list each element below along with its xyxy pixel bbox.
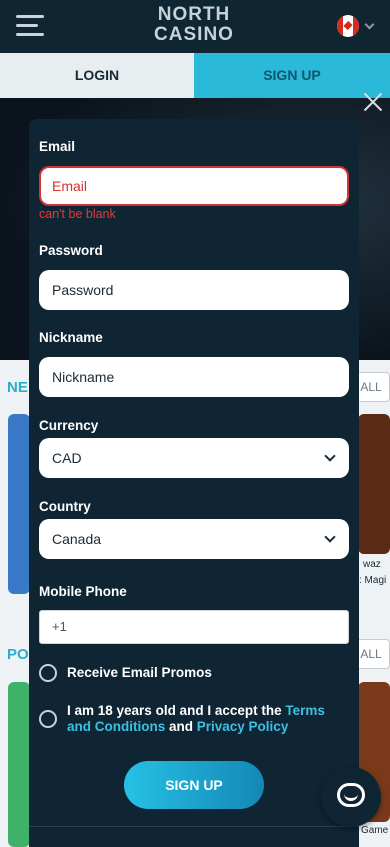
- chevron-down-icon: [324, 531, 336, 543]
- email-label: Email: [39, 139, 76, 154]
- mobile-phone-field[interactable]: +1: [39, 610, 349, 644]
- currency-select[interactable]: CAD: [39, 438, 349, 478]
- divider: [29, 826, 359, 827]
- logo-line-2: CASINO: [154, 24, 234, 45]
- game-card-caption: waz: [363, 559, 381, 570]
- signup-modal: Email Email can't be blank Password Pass…: [29, 119, 359, 847]
- game-card[interactable]: [8, 682, 30, 847]
- email-error: can't be blank: [39, 207, 116, 221]
- privacy-link[interactable]: Privacy Policy: [197, 719, 289, 734]
- terms-checkbox[interactable]: [39, 710, 57, 728]
- email-field[interactable]: Email: [39, 166, 349, 206]
- game-card[interactable]: [358, 414, 390, 554]
- popular-games-title: PO: [7, 646, 29, 663]
- country-label: Country: [39, 499, 91, 514]
- terms-prefix: I am 18 years old and I accept the: [67, 703, 286, 718]
- new-games-title: NE: [7, 379, 28, 396]
- chevron-down-icon[interactable]: [364, 19, 375, 30]
- game-card-caption: Game: [361, 825, 389, 836]
- phone-label: Mobile Phone: [39, 584, 127, 599]
- nickname-label: Nickname: [39, 330, 103, 345]
- promos-checkbox[interactable]: [39, 664, 57, 682]
- terms-label: I am 18 years old and I accept the Terms…: [67, 703, 352, 735]
- tab-signup[interactable]: SIGN UP: [194, 53, 390, 98]
- tab-login[interactable]: LOGIN: [0, 53, 194, 98]
- password-field[interactable]: Password: [39, 270, 349, 310]
- game-card-caption: : Magi: [359, 575, 387, 586]
- close-icon[interactable]: [363, 92, 383, 112]
- canada-flag-icon[interactable]: [337, 15, 359, 37]
- promos-label: Receive Email Promos: [67, 665, 212, 680]
- password-label: Password: [39, 243, 103, 258]
- north-casino-logo[interactable]: NORTH CASINO: [148, 5, 240, 45]
- country-value: Canada: [52, 531, 102, 547]
- signup-button[interactable]: SIGN UP: [124, 761, 264, 809]
- currency-label: Currency: [39, 418, 99, 433]
- currency-value: CAD: [52, 450, 82, 466]
- game-card[interactable]: [8, 414, 30, 594]
- hamburger-icon[interactable]: [16, 13, 44, 39]
- country-select[interactable]: Canada: [39, 519, 349, 559]
- logo-line-1: NORTH: [157, 4, 231, 25]
- chevron-down-icon: [324, 450, 336, 462]
- top-header: NORTH CASINO: [0, 0, 390, 53]
- auth-tabs: LOGIN SIGN UP: [0, 53, 390, 98]
- chat-button[interactable]: [321, 767, 381, 827]
- nickname-field[interactable]: Nickname: [39, 357, 349, 397]
- terms-and: and: [165, 719, 197, 734]
